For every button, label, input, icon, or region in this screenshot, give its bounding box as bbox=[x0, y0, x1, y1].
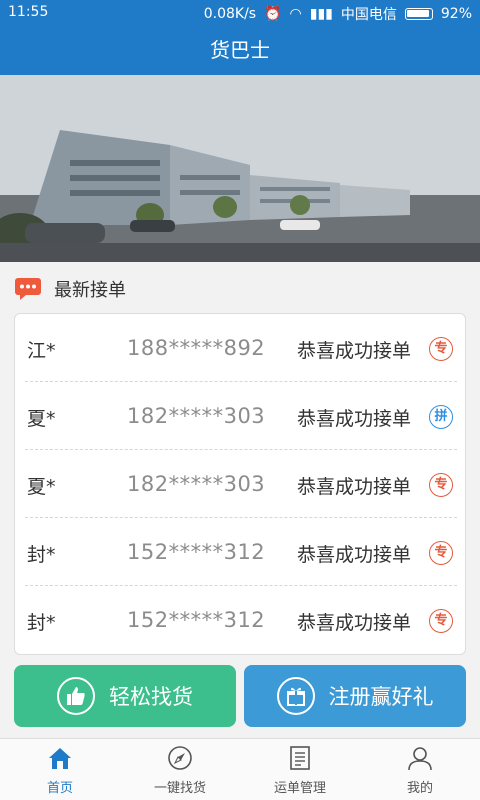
wifi-icon: ◠ bbox=[289, 6, 302, 22]
banner-image[interactable] bbox=[0, 75, 480, 262]
network-speed: 0.08K/s bbox=[203, 6, 257, 22]
register-button[interactable]: 注册赢好礼 bbox=[244, 665, 466, 727]
bottom-tab-bar: 首页 一键找货 运单管理 我的 bbox=[0, 738, 480, 800]
list-item[interactable]: 封* 152*****312 恭喜成功接单 专 bbox=[25, 586, 457, 654]
battery-percent: 92% bbox=[440, 6, 472, 22]
find-goods-label: 轻松找货 bbox=[109, 685, 193, 709]
order-name: 江* bbox=[27, 340, 56, 362]
compass-icon bbox=[168, 746, 192, 770]
status-right: 0.08K/s ⏰ ◠ ▮▮▮ 中国电信 92% bbox=[204, 4, 472, 24]
list-item[interactable]: 夏* 182*****303 恭喜成功接单 专 bbox=[25, 450, 457, 518]
order-type-badge: 专 bbox=[429, 337, 453, 361]
user-icon bbox=[408, 747, 432, 771]
order-status: 恭喜成功接单 bbox=[297, 612, 412, 634]
status-bar: 11:55 0.08K/s ⏰ ◠ ▮▮▮ 中国电信 92% bbox=[0, 0, 480, 25]
page-title: 货巴士 bbox=[210, 38, 270, 62]
alarm-icon: ⏰ bbox=[264, 6, 282, 22]
order-type-badge: 专 bbox=[429, 541, 453, 565]
tab-label: 运单管理 bbox=[273, 781, 326, 796]
list-item[interactable]: 夏* 182*****303 恭喜成功接单 拼 bbox=[25, 382, 457, 450]
thumbs-up-icon bbox=[57, 677, 95, 715]
order-status: 恭喜成功接单 bbox=[297, 544, 412, 566]
tab-label: 一键找货 bbox=[153, 781, 206, 796]
order-type-badge: 拼 bbox=[429, 405, 453, 429]
document-icon bbox=[290, 746, 310, 770]
order-status: 恭喜成功接单 bbox=[297, 476, 412, 498]
tab-mine[interactable]: 我的 bbox=[360, 739, 480, 800]
chat-bubble-icon bbox=[15, 278, 41, 300]
tab-find-goods[interactable]: 一键找货 bbox=[120, 739, 240, 800]
order-status: 恭喜成功接单 bbox=[297, 408, 412, 430]
app-header: 货巴士 bbox=[0, 25, 480, 75]
order-phone: 188*****892 bbox=[127, 336, 266, 360]
order-status: 恭喜成功接单 bbox=[297, 340, 412, 362]
order-name: 封* bbox=[27, 544, 56, 566]
order-phone: 182*****303 bbox=[127, 472, 266, 496]
order-name: 夏* bbox=[27, 408, 56, 430]
latest-orders-header: 最新接单 bbox=[14, 274, 126, 304]
order-type-badge: 专 bbox=[429, 473, 453, 497]
status-time: 11:55 bbox=[8, 4, 49, 20]
order-name: 夏* bbox=[27, 476, 56, 498]
tab-waybill[interactable]: 运单管理 bbox=[240, 739, 360, 800]
tab-home[interactable]: 首页 bbox=[0, 739, 120, 800]
order-type-badge: 专 bbox=[429, 609, 453, 633]
gift-icon bbox=[276, 677, 315, 715]
register-label: 注册赢好礼 bbox=[328, 685, 434, 709]
order-name: 封* bbox=[27, 612, 56, 634]
order-phone: 182*****303 bbox=[127, 404, 266, 428]
list-item[interactable]: 封* 152*****312 恭喜成功接单 专 bbox=[25, 518, 457, 586]
list-item[interactable]: 江* 188*****892 恭喜成功接单 专 bbox=[25, 314, 457, 382]
signal-icon: ▮▮▮ bbox=[309, 6, 333, 22]
tab-label: 我的 bbox=[406, 781, 433, 796]
section-title: 最新接单 bbox=[54, 280, 126, 301]
home-icon bbox=[49, 748, 71, 769]
order-phone: 152*****312 bbox=[127, 540, 266, 564]
orders-list[interactable]: 江* 188*****892 恭喜成功接单 专 夏* 182*****303 恭… bbox=[14, 313, 466, 655]
battery-icon bbox=[404, 8, 433, 20]
banner-illustration bbox=[0, 75, 480, 262]
tab-label: 首页 bbox=[46, 781, 73, 796]
carrier: 中国电信 bbox=[340, 7, 397, 23]
order-phone: 152*****312 bbox=[127, 608, 266, 632]
find-goods-button[interactable]: 轻松找货 bbox=[14, 665, 236, 727]
